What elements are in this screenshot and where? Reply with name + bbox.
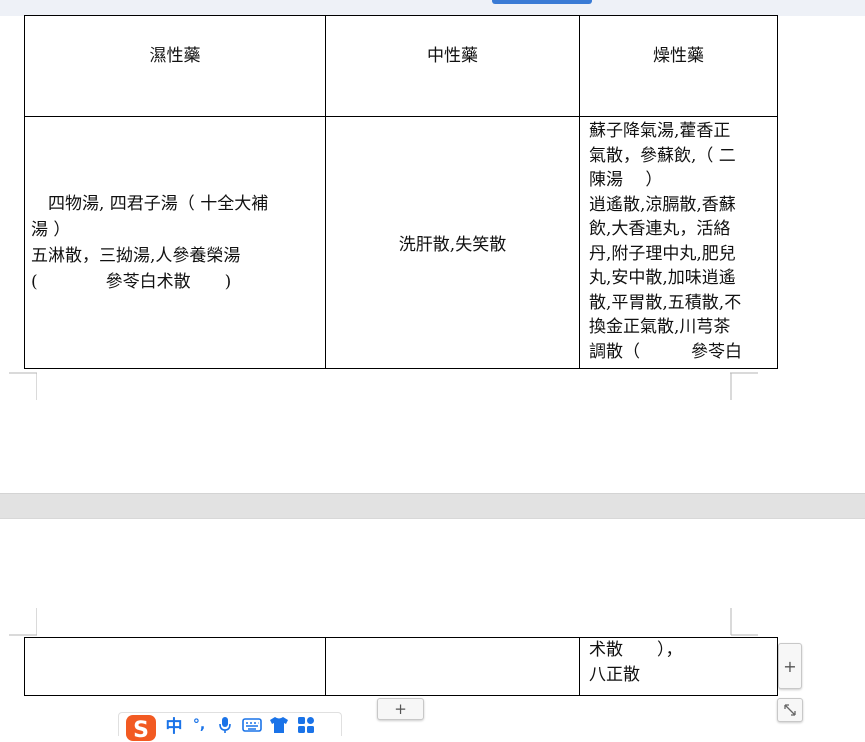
table-row: 四物湯, 四君子湯（ 十全大補 湯 ） 五淋散，三拗湯,人參養榮湯 ( 參苓白术… <box>24 116 778 369</box>
cell-wet-formulas-continued[interactable] <box>24 637 326 696</box>
herb-classification-table-continued: 术散 ）， 八正散 <box>24 637 778 696</box>
cell-dry-formulas-continued[interactable]: 术散 ）， 八正散 <box>579 637 778 696</box>
text-line: 丹,附子理中丸,肥兒 <box>589 243 736 264</box>
plus-icon: + <box>394 700 407 718</box>
table-header-row: 濕性藥 中性藥 燥性藥 <box>24 15 778 117</box>
text-line: 飲,大香連丸，活絡 <box>589 219 731 239</box>
add-column-button[interactable]: + <box>778 643 802 689</box>
neutral-formulas-text: 洗肝散,失笑散 <box>398 235 507 255</box>
ime-toolbar[interactable]: S 中 °, <box>118 712 342 741</box>
table-row: 术散 ）， 八正散 <box>24 637 778 696</box>
table-resize-handle[interactable] <box>777 698 803 722</box>
input-mode-toggle[interactable]: 中 <box>164 712 184 737</box>
text-line: 蘇子降氣湯,藿香正 <box>589 121 731 141</box>
text-line: 氣散，參蘇飲,（ 二 <box>589 145 736 166</box>
header-cell-dry[interactable]: 燥性藥 <box>579 15 778 117</box>
text-line: 四物湯, 四君子湯（ 十全大補 <box>31 193 269 214</box>
page-margin-corner-mark <box>9 608 37 636</box>
page-margin-corner-mark <box>730 608 758 636</box>
text-line: 散,平胃散,五積散,不 <box>589 292 742 313</box>
text-line: 換金正氣散,川芎茶 <box>589 317 731 337</box>
text-line: 五淋散，三拗湯,人參養榮湯 <box>31 245 241 266</box>
add-row-button[interactable]: + <box>377 698 424 720</box>
header-cell-wet[interactable]: 濕性藥 <box>24 15 326 117</box>
text-line: 八正散 <box>589 665 640 685</box>
punctuation-toggle[interactable]: °, <box>189 717 209 733</box>
page-break-gap <box>0 493 865 519</box>
resize-arrows-icon <box>784 704 796 716</box>
cell-wet-formulas[interactable]: 四物湯, 四君子湯（ 十全大補 湯 ） 五淋散，三拗湯,人參養榮湯 ( 參苓白术… <box>24 116 326 369</box>
header-cell-neutral[interactable]: 中性藥 <box>325 15 580 117</box>
sogou-logo-icon[interactable]: S <box>123 712 159 742</box>
text-line: 陳湯 ） <box>589 170 663 190</box>
active-tab-indicator[interactable] <box>492 0 592 4</box>
toolbox-grid-icon[interactable] <box>295 715 317 735</box>
logo-letter: S <box>133 718 149 741</box>
header-wet-label: 濕性藥 <box>149 46 201 66</box>
window-top-strip <box>0 0 865 16</box>
text-line: 調散（ 參苓白 <box>589 341 742 362</box>
keyboard-icon[interactable] <box>241 715 263 735</box>
cell-dry-formulas[interactable]: 蘇子降氣湯,藿香正 氣散，參蘇飲,（ 二 陳湯 ） 逍遙散,涼膈散,香蘇 飲,大… <box>579 116 778 369</box>
header-neutral-label: 中性藥 <box>427 46 478 66</box>
microphone-icon[interactable] <box>214 715 236 735</box>
text-line: 湯 ） <box>31 219 71 240</box>
cell-neutral-formulas-continued[interactable] <box>325 637 580 696</box>
page-margin-corner-mark <box>730 372 758 400</box>
herb-classification-table: 濕性藥 中性藥 燥性藥 四物湯, 四君子湯（ 十全大補 湯 ） 五淋散，三拗湯,… <box>24 15 778 369</box>
skin-shirt-icon[interactable] <box>268 715 290 735</box>
text-line: 丸,安中散,加味逍遙 <box>589 268 736 288</box>
cell-neutral-formulas[interactable]: 洗肝散,失笑散 <box>325 116 580 369</box>
text-line: ( 參苓白术散 ) <box>31 271 232 292</box>
plus-icon: + <box>783 656 797 676</box>
page-margin-corner-mark <box>9 372 37 400</box>
text-line: 逍遙散,涼膈散,香蘇 <box>589 194 736 215</box>
header-dry-label: 燥性藥 <box>653 46 704 66</box>
text-line: 术散 ）， <box>589 640 683 660</box>
